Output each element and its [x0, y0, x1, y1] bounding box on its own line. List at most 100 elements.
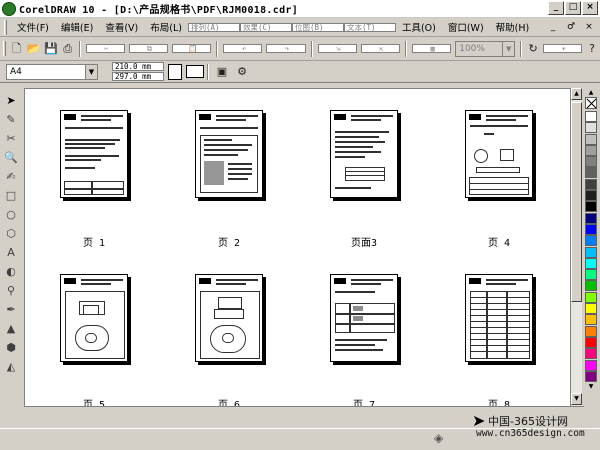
color-swatch[interactable] [585, 325, 597, 337]
page-width-field[interactable]: 210.0 mm [112, 62, 164, 71]
doc-minimize-button[interactable]: _ [545, 20, 561, 34]
outline-tool-icon[interactable]: ✒ [2, 301, 20, 318]
interactive-blend-icon[interactable]: ⬢ [2, 339, 20, 356]
portrait-icon[interactable] [168, 63, 182, 80]
color-swatch[interactable] [585, 246, 597, 258]
pick-tool-icon[interactable]: ➤ [2, 92, 20, 109]
zoom-level-select[interactable]: 100% ▼ [455, 40, 516, 57]
page-thumbnail-1[interactable] [60, 110, 128, 198]
units-icon[interactable]: ▣ [214, 64, 230, 80]
color-swatch[interactable] [585, 178, 597, 190]
landscape-icon[interactable] [186, 65, 204, 78]
vertical-scrollbar[interactable]: ▲ ▼ [570, 88, 582, 406]
palette-down-icon[interactable]: ▼ [585, 382, 597, 391]
color-swatch[interactable] [585, 167, 597, 179]
color-swatch[interactable] [585, 133, 597, 145]
dropdown-arrow-icon[interactable]: ▾ [542, 44, 583, 53]
menu-window[interactable]: 窗口(W) [442, 20, 490, 34]
scroll-down-icon[interactable]: ▼ [571, 393, 582, 405]
menu-text[interactable]: 文本(T) [343, 22, 396, 32]
freehand-tool-icon[interactable]: ✍ [2, 168, 20, 185]
color-swatch[interactable] [585, 235, 597, 247]
color-swatch[interactable] [585, 257, 597, 269]
color-swatch[interactable] [585, 156, 597, 168]
paste-icon[interactable]: 📋 [172, 44, 212, 53]
menu-edit[interactable]: 编辑(E) [55, 20, 99, 34]
menu-help[interactable]: 帮助(H) [490, 20, 536, 34]
page-thumbnail-7[interactable] [330, 274, 398, 362]
menu-effects[interactable]: 效果(C) [239, 22, 292, 32]
menu-bitmaps[interactable]: 位图(B) [291, 22, 344, 32]
property-bar: A4 ▼ 210.0 mm 297.0 mm ▣ ⚙ [0, 61, 600, 83]
color-swatch[interactable] [585, 303, 597, 315]
color-swatch[interactable] [585, 223, 597, 235]
close-button[interactable]: × [582, 1, 598, 15]
import-icon[interactable]: ⇲ [317, 44, 357, 53]
save-icon[interactable]: 💾 [44, 41, 58, 57]
fill-tool-icon[interactable]: ▲ [2, 320, 20, 337]
export-icon[interactable]: ⇱ [360, 44, 401, 53]
eyedropper-tool-icon[interactable]: ⚲ [2, 282, 20, 299]
shape-tool-icon[interactable]: ✎ [2, 111, 20, 128]
doc-restore-button[interactable]: ♂ [563, 20, 579, 34]
page-thumbnail-8[interactable] [465, 274, 533, 362]
zoom-tool-icon[interactable]: 🔍 [2, 149, 20, 166]
page-height-field[interactable]: 297.0 mm [112, 72, 164, 81]
page-thumbnail-3[interactable] [330, 110, 398, 198]
page-size-select[interactable]: A4 ▼ [6, 63, 98, 80]
minimize-button[interactable]: _ [548, 1, 564, 15]
coreldraw-app-icon[interactable] [2, 1, 16, 16]
cut-icon[interactable]: ✂ [85, 44, 125, 53]
color-swatch[interactable] [585, 348, 597, 360]
page-thumbnail-5[interactable] [60, 274, 128, 362]
redo-icon[interactable]: ↷ [266, 44, 306, 53]
text-tool-icon[interactable]: A [2, 244, 20, 261]
maximize-button[interactable]: □ [565, 1, 581, 15]
menu-grip[interactable] [4, 19, 7, 35]
page-sorter-canvas[interactable]: 页 1 页 2 页面3 页 4 [24, 88, 570, 411]
page-thumbnail-6[interactable] [195, 274, 263, 362]
color-swatch[interactable] [585, 190, 597, 202]
menu-arrange[interactable]: 排列(A) [187, 22, 240, 32]
color-swatch[interactable] [585, 111, 597, 122]
color-swatch[interactable] [585, 269, 597, 281]
palette-up-icon[interactable]: ▲ [585, 88, 597, 97]
page-thumbnail-4[interactable] [465, 110, 533, 198]
scrollbar-thumb[interactable] [571, 102, 582, 302]
print-icon[interactable]: ⎙ [62, 41, 74, 57]
open-icon[interactable]: 📂 [26, 41, 40, 57]
menu-file[interactable]: 文件(F) [11, 20, 55, 34]
doc-close-button[interactable]: × [581, 20, 597, 34]
refresh-icon[interactable]: ↻ [527, 41, 539, 57]
no-color-swatch[interactable] [585, 97, 597, 109]
toolbar-separator [78, 40, 81, 57]
app-launcher-icon[interactable]: ▦ [412, 44, 452, 53]
color-swatch[interactable] [585, 212, 597, 224]
knife-tool-icon[interactable]: ✂ [2, 130, 20, 147]
color-swatch[interactable] [585, 280, 597, 292]
toolbar-grip[interactable] [3, 41, 6, 56]
options-icon[interactable]: ⚙ [234, 64, 250, 80]
copy-icon[interactable]: ⧉ [128, 44, 169, 53]
scroll-up-icon[interactable]: ▲ [571, 88, 582, 100]
page-thumbnail-2[interactable] [195, 110, 263, 198]
ellipse-tool-icon[interactable]: ○ [2, 206, 20, 223]
color-swatch[interactable] [585, 122, 597, 134]
interactive-fill-icon[interactable]: ◐ [2, 263, 20, 280]
whats-this-help-icon[interactable]: ? [586, 41, 598, 57]
color-swatch[interactable] [585, 314, 597, 326]
color-swatch[interactable] [585, 291, 597, 303]
new-icon[interactable]: 🗋 [11, 41, 23, 57]
undo-icon[interactable]: ↶ [223, 44, 263, 53]
color-swatch[interactable] [585, 144, 597, 156]
polygon-tool-icon[interactable]: ⬡ [2, 225, 20, 242]
menu-layout[interactable]: 布局(L) [144, 20, 188, 34]
menu-tools[interactable]: 工具(O) [396, 20, 442, 34]
color-swatch[interactable] [585, 336, 597, 348]
color-swatch[interactable] [585, 201, 597, 213]
transparency-tool-icon[interactable]: ◭ [2, 358, 20, 375]
rectangle-tool-icon[interactable]: □ [2, 187, 20, 204]
color-swatch[interactable] [585, 370, 597, 382]
menu-view[interactable]: 查看(V) [99, 20, 144, 34]
color-swatch[interactable] [585, 359, 597, 371]
